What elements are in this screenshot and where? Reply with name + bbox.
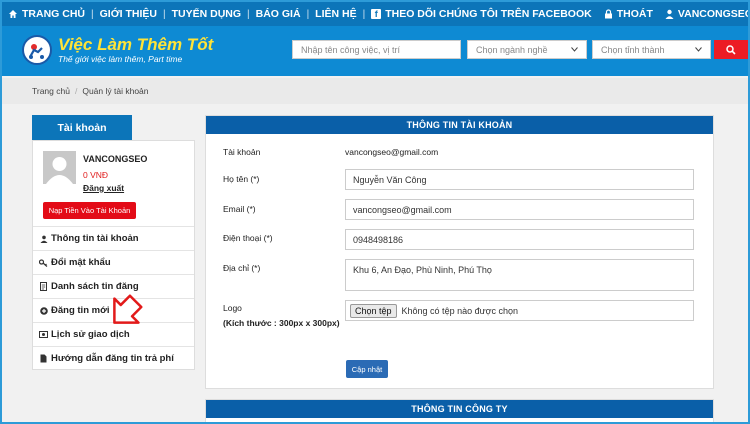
email-field[interactable]: vancongseo@gmail.com — [345, 199, 694, 220]
fullname-label: Họ tên (*) — [223, 174, 260, 184]
phone-label: Điện thoại (*) — [223, 233, 273, 243]
choose-file-button[interactable]: Chọn tệp — [350, 303, 397, 318]
money-icon — [39, 330, 48, 339]
email-label: Email (*) — [223, 204, 256, 214]
pointer-arrow-icon — [113, 294, 143, 324]
chevron-down-icon — [695, 47, 702, 52]
logo-emblem-icon — [22, 35, 52, 65]
search-input[interactable]: Nhập tên công việc, vị trí — [292, 40, 461, 59]
file-status: Không có tệp nào được chọn — [401, 305, 519, 316]
breadcrumb: Trang chủ / Quản lý tài khoản — [2, 78, 748, 104]
breadcrumb-home[interactable]: Trang chủ — [32, 86, 70, 96]
sidebar-item-change-password[interactable]: Đổi mật khẩu — [33, 250, 194, 274]
sidebar-logout-link[interactable]: Đăng xuất — [83, 183, 124, 193]
logo-subtitle: Thế giới việc làm thêm, Part time — [58, 54, 183, 64]
account-info-panel: THÔNG TIN TÀI KHOẢN Tài khoản vancongseo… — [205, 115, 714, 389]
top-navigation: TRANG CHỦ | GIỚI THIỆU | TUYỂN DỤNG | BÁ… — [2, 2, 748, 26]
account-balance: 0 VNĐ — [83, 170, 109, 180]
plus-circle-icon — [39, 306, 48, 315]
chevron-down-icon — [571, 47, 578, 52]
file-icon — [39, 354, 48, 363]
address-label: Địa chỉ (*) — [223, 263, 261, 273]
document-icon — [39, 282, 48, 291]
account-value: vancongseo@gmail.com — [345, 147, 439, 157]
user-icon — [665, 9, 674, 19]
nav-item-facebook[interactable]: f THEO DÕI CHÚNG TÔI TRÊN FACEBOOK — [365, 8, 598, 20]
logo-title: Việc Làm Thêm Tốt — [58, 35, 214, 54]
account-sidebar: VANCONGSEO 0 VNĐ Đăng xuất Nạp Tiền Vào … — [32, 140, 195, 370]
update-button[interactable]: Cập nhật — [346, 360, 388, 378]
logout-link[interactable]: THOÁT — [598, 8, 659, 20]
sidebar-item-account-info[interactable]: Thông tin tài khoản — [33, 226, 194, 250]
site-logo[interactable]: Việc Làm Thêm Tốt Thế giới việc làm thêm… — [22, 35, 213, 65]
home-icon — [9, 10, 17, 18]
account-label: Tài khoản — [223, 147, 261, 157]
key-icon — [39, 258, 48, 267]
facebook-icon: f — [371, 9, 382, 19]
phone-field[interactable]: 0948498186 — [345, 229, 694, 250]
logo-label: Logo — [223, 303, 242, 313]
lock-icon — [604, 9, 612, 19]
topup-button[interactable]: Nạp Tiền Vào Tài Khoản — [43, 202, 136, 219]
user-link[interactable]: VANCONGSEO — [659, 8, 748, 20]
province-select[interactable]: Chọn tỉnh thành — [592, 40, 711, 59]
company-info-heading: THÔNG TIN CÔNG TY — [206, 400, 713, 418]
company-info-panel: THÔNG TIN CÔNG TY — [205, 399, 714, 422]
sidebar-username: VANCONGSEO — [83, 154, 148, 164]
logo-size-hint: (Kích thước : 300px x 300px) — [223, 318, 340, 328]
category-select[interactable]: Chọn ngành nghề — [467, 40, 587, 59]
nav-item-recruitment[interactable]: TUYỂN DỤNG — [166, 8, 247, 20]
breadcrumb-current: Quản lý tài khoản — [82, 86, 149, 96]
avatar — [43, 151, 76, 184]
site-header: Việc Làm Thêm Tốt Thế giới việc làm thêm… — [2, 26, 748, 76]
address-field[interactable]: Khu 6, An Đạo, Phù Ninh, Phú Thọ — [345, 259, 694, 291]
nav-item-about[interactable]: GIỚI THIỆU — [94, 8, 163, 20]
user-icon — [39, 234, 48, 243]
search-icon — [726, 44, 736, 55]
account-info-heading: THÔNG TIN TÀI KHOẢN — [206, 116, 713, 134]
nav-item-contact[interactable]: LIÊN HỆ — [309, 8, 362, 20]
nav-item-pricing[interactable]: BÁO GIÁ — [250, 8, 307, 20]
search-button[interactable] — [714, 40, 748, 59]
account-tab[interactable]: Tài khoản — [32, 115, 132, 140]
logo-file-input[interactable]: Chọn tệp Không có tệp nào được chọn — [345, 300, 694, 321]
browser-frame: TRANG CHỦ | GIỚI THIỆU | TUYỂN DỤNG | BÁ… — [0, 0, 750, 424]
nav-item-home[interactable]: TRANG CHỦ — [2, 8, 91, 20]
fullname-field[interactable]: Nguyễn Văn Công — [345, 169, 694, 190]
sidebar-item-paid-post-guide[interactable]: Hướng dẫn đăng tin trả phí — [33, 346, 194, 370]
